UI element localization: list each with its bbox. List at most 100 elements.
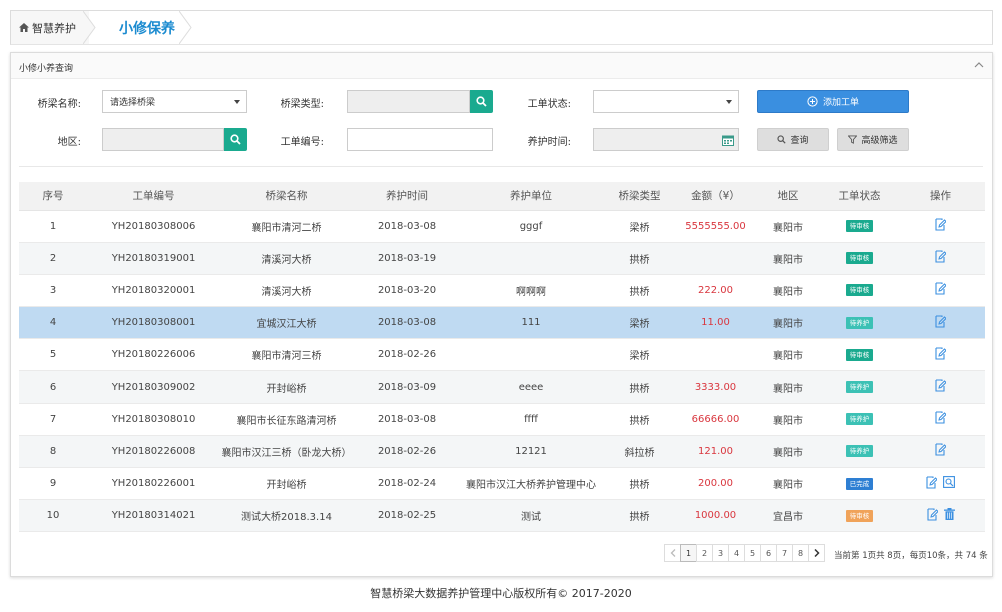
page-button[interactable]: 5 [744,544,761,562]
cell-region: 襄阳市 [753,370,823,404]
bridge-name-select[interactable]: 请选择桥梁 [102,90,247,113]
cell-region: 襄阳市 [753,306,823,340]
edit-icon[interactable] [935,218,947,234]
region-search-button[interactable] [224,128,247,151]
cell-order-no: YH20180308006 [87,210,220,243]
advanced-filter-label: 高级筛选 [861,136,898,146]
cell-bridge: 襄阳市清河三桥 [220,338,353,372]
page-button[interactable]: 4 [728,544,745,562]
edit-icon[interactable] [935,250,947,266]
panel-title: 小修小养查询 [19,64,74,74]
page-button[interactable]: 8 [792,544,809,562]
page-button[interactable]: 3 [712,544,729,562]
cell-no: 1 [19,210,87,243]
cell-region: 襄阳市 [753,435,823,469]
cell-no: 6 [19,370,87,404]
page-button[interactable]: 6 [760,544,777,562]
cell-date: 2018-02-24 [353,467,461,501]
cell-status: 待审核 [823,210,896,243]
col-header-actions: 操作 [896,182,985,211]
table-header-row: 序号 工单编号 桥梁名称 养护时间 养护单位 桥梁类型 金额（¥） 地区 工单状… [19,182,985,211]
chevron-up-icon[interactable] [974,61,984,69]
col-header-no[interactable]: 序号 [19,182,87,211]
table-row[interactable]: 3 YH20180320001 清溪河大桥 2018-03-20 啊啊啊 拱桥 222.00… [19,274,985,308]
col-header-status[interactable]: 工单状态 [823,182,896,211]
col-header-bridge[interactable]: 桥梁名称 [220,182,353,211]
col-header-amount[interactable]: 金额（¥） [678,182,753,211]
table-row[interactable]: 8 YH20180226008 襄阳市汉江三桥（卧龙大桥） 2018-02-26 121… [19,435,985,469]
edit-icon[interactable] [935,411,947,427]
edit-icon[interactable] [926,476,938,492]
cell-unit: eeee [461,370,601,404]
order-no-label: 工单编号: [280,137,324,148]
table-row[interactable]: 1 YH20180308006 襄阳市清河二桥 2018-03-08 gggf 梁桥 555… [19,210,985,243]
col-header-unit[interactable]: 养护单位 [461,182,601,211]
table-row[interactable]: 7 YH20180308010 襄阳市长征东路清河桥 2018-03-08 ffff 拱桥… [19,403,985,436]
breadcrumb-current[interactable]: 小修保养 [107,11,187,44]
col-header-date[interactable]: 养护时间 [353,182,461,211]
cell-date: 2018-03-20 [353,274,461,308]
footer-copyright: 智慧桥梁大数据养护管理中心版权所有© 2017-2020 [370,587,632,600]
page-button[interactable]: 7 [776,544,793,562]
query-button[interactable]: 查询 [757,128,829,151]
breadcrumb-separator-icon [83,11,96,44]
col-header-type[interactable]: 桥梁类型 [601,182,678,211]
table-row[interactable]: 10 YH20180314021 测试大桥2018.3.14 2018-02-25 测试… [19,499,985,533]
cell-order-no: YH20180308001 [87,306,220,340]
col-header-order-no[interactable]: 工单编号 [87,182,220,211]
edit-icon[interactable] [935,443,947,459]
cell-date: 2018-02-26 [353,338,461,372]
cell-unit: 襄阳市汉江大桥养护管理中心 [461,467,601,501]
cell-type: 梁桥 [601,338,678,372]
page-button[interactable]: 1 [680,544,697,562]
table-row[interactable]: 5 YH20180226006 襄阳市清河三桥 2018-02-26 梁桥 襄阳市 待审核 [19,338,985,372]
status-badge: 待养护 [845,316,874,329]
divider [19,166,983,167]
cell-date: 2018-02-25 [353,499,461,533]
status-badge: 待审核 [845,509,874,522]
bridge-type-input[interactable] [347,90,470,113]
edit-icon[interactable] [935,282,947,298]
maint-time-input[interactable] [593,128,739,151]
table-row[interactable]: 4 YH20180308001 宜城汉江大桥 2018-03-08 111 梁桥 11.00… [19,306,985,340]
table-row[interactable]: 2 YH20180319001 清溪河大桥 2018-03-19 拱桥 襄阳市 待审核 [19,242,985,275]
cell-amount [678,338,753,372]
cell-region: 襄阳市 [753,210,823,243]
edit-icon[interactable] [935,347,947,363]
pagination-info: 当前第 1页共 8页，每页10条，共 74 条 [834,551,988,561]
region-input[interactable] [102,128,224,151]
calendar-icon[interactable] [722,135,734,146]
panel-header: 小修小养查询 [11,53,992,79]
cell-date: 2018-02-26 [353,435,461,469]
cell-actions [896,306,985,340]
edit-icon[interactable] [935,379,947,395]
delete-icon[interactable] [943,508,955,523]
order-status-select[interactable] [593,90,739,113]
bridge-type-search-button[interactable] [470,90,493,113]
advanced-filter-button[interactable]: 高级筛选 [837,128,909,151]
col-header-region[interactable]: 地区 [753,182,823,211]
page-button[interactable]: 2 [696,544,713,562]
cell-actions [896,370,985,404]
order-no-input[interactable] [347,128,493,151]
edit-icon[interactable] [935,315,947,331]
edit-icon[interactable] [926,508,939,524]
cell-unit: gggf [461,210,601,243]
add-order-button[interactable]: 添加工单 [757,90,909,113]
prev-page-button[interactable] [664,544,681,562]
status-badge: 待审核 [845,220,874,233]
cell-amount: 222.00 [678,274,753,308]
cell-actions [896,274,985,308]
cell-actions [896,403,985,436]
next-page-button[interactable] [808,544,825,562]
cell-no: 4 [19,306,87,340]
chevron-right-icon [813,549,820,557]
cell-order-no: YH20180319001 [87,242,220,275]
table-row[interactable]: 6 YH20180309002 开封峪桥 2018-03-09 eeee 拱桥 3333.0… [19,370,985,404]
cell-amount: 121.00 [678,435,753,469]
view-icon[interactable] [943,476,955,491]
breadcrumb-home[interactable]: 智慧养护 [11,11,89,44]
cell-no: 9 [19,467,87,501]
status-badge: 已完成 [845,477,874,490]
table-row[interactable]: 9 YH20180226001 开封峪桥 2018-02-24 襄阳市汉江大桥养护管理中… [19,467,985,501]
